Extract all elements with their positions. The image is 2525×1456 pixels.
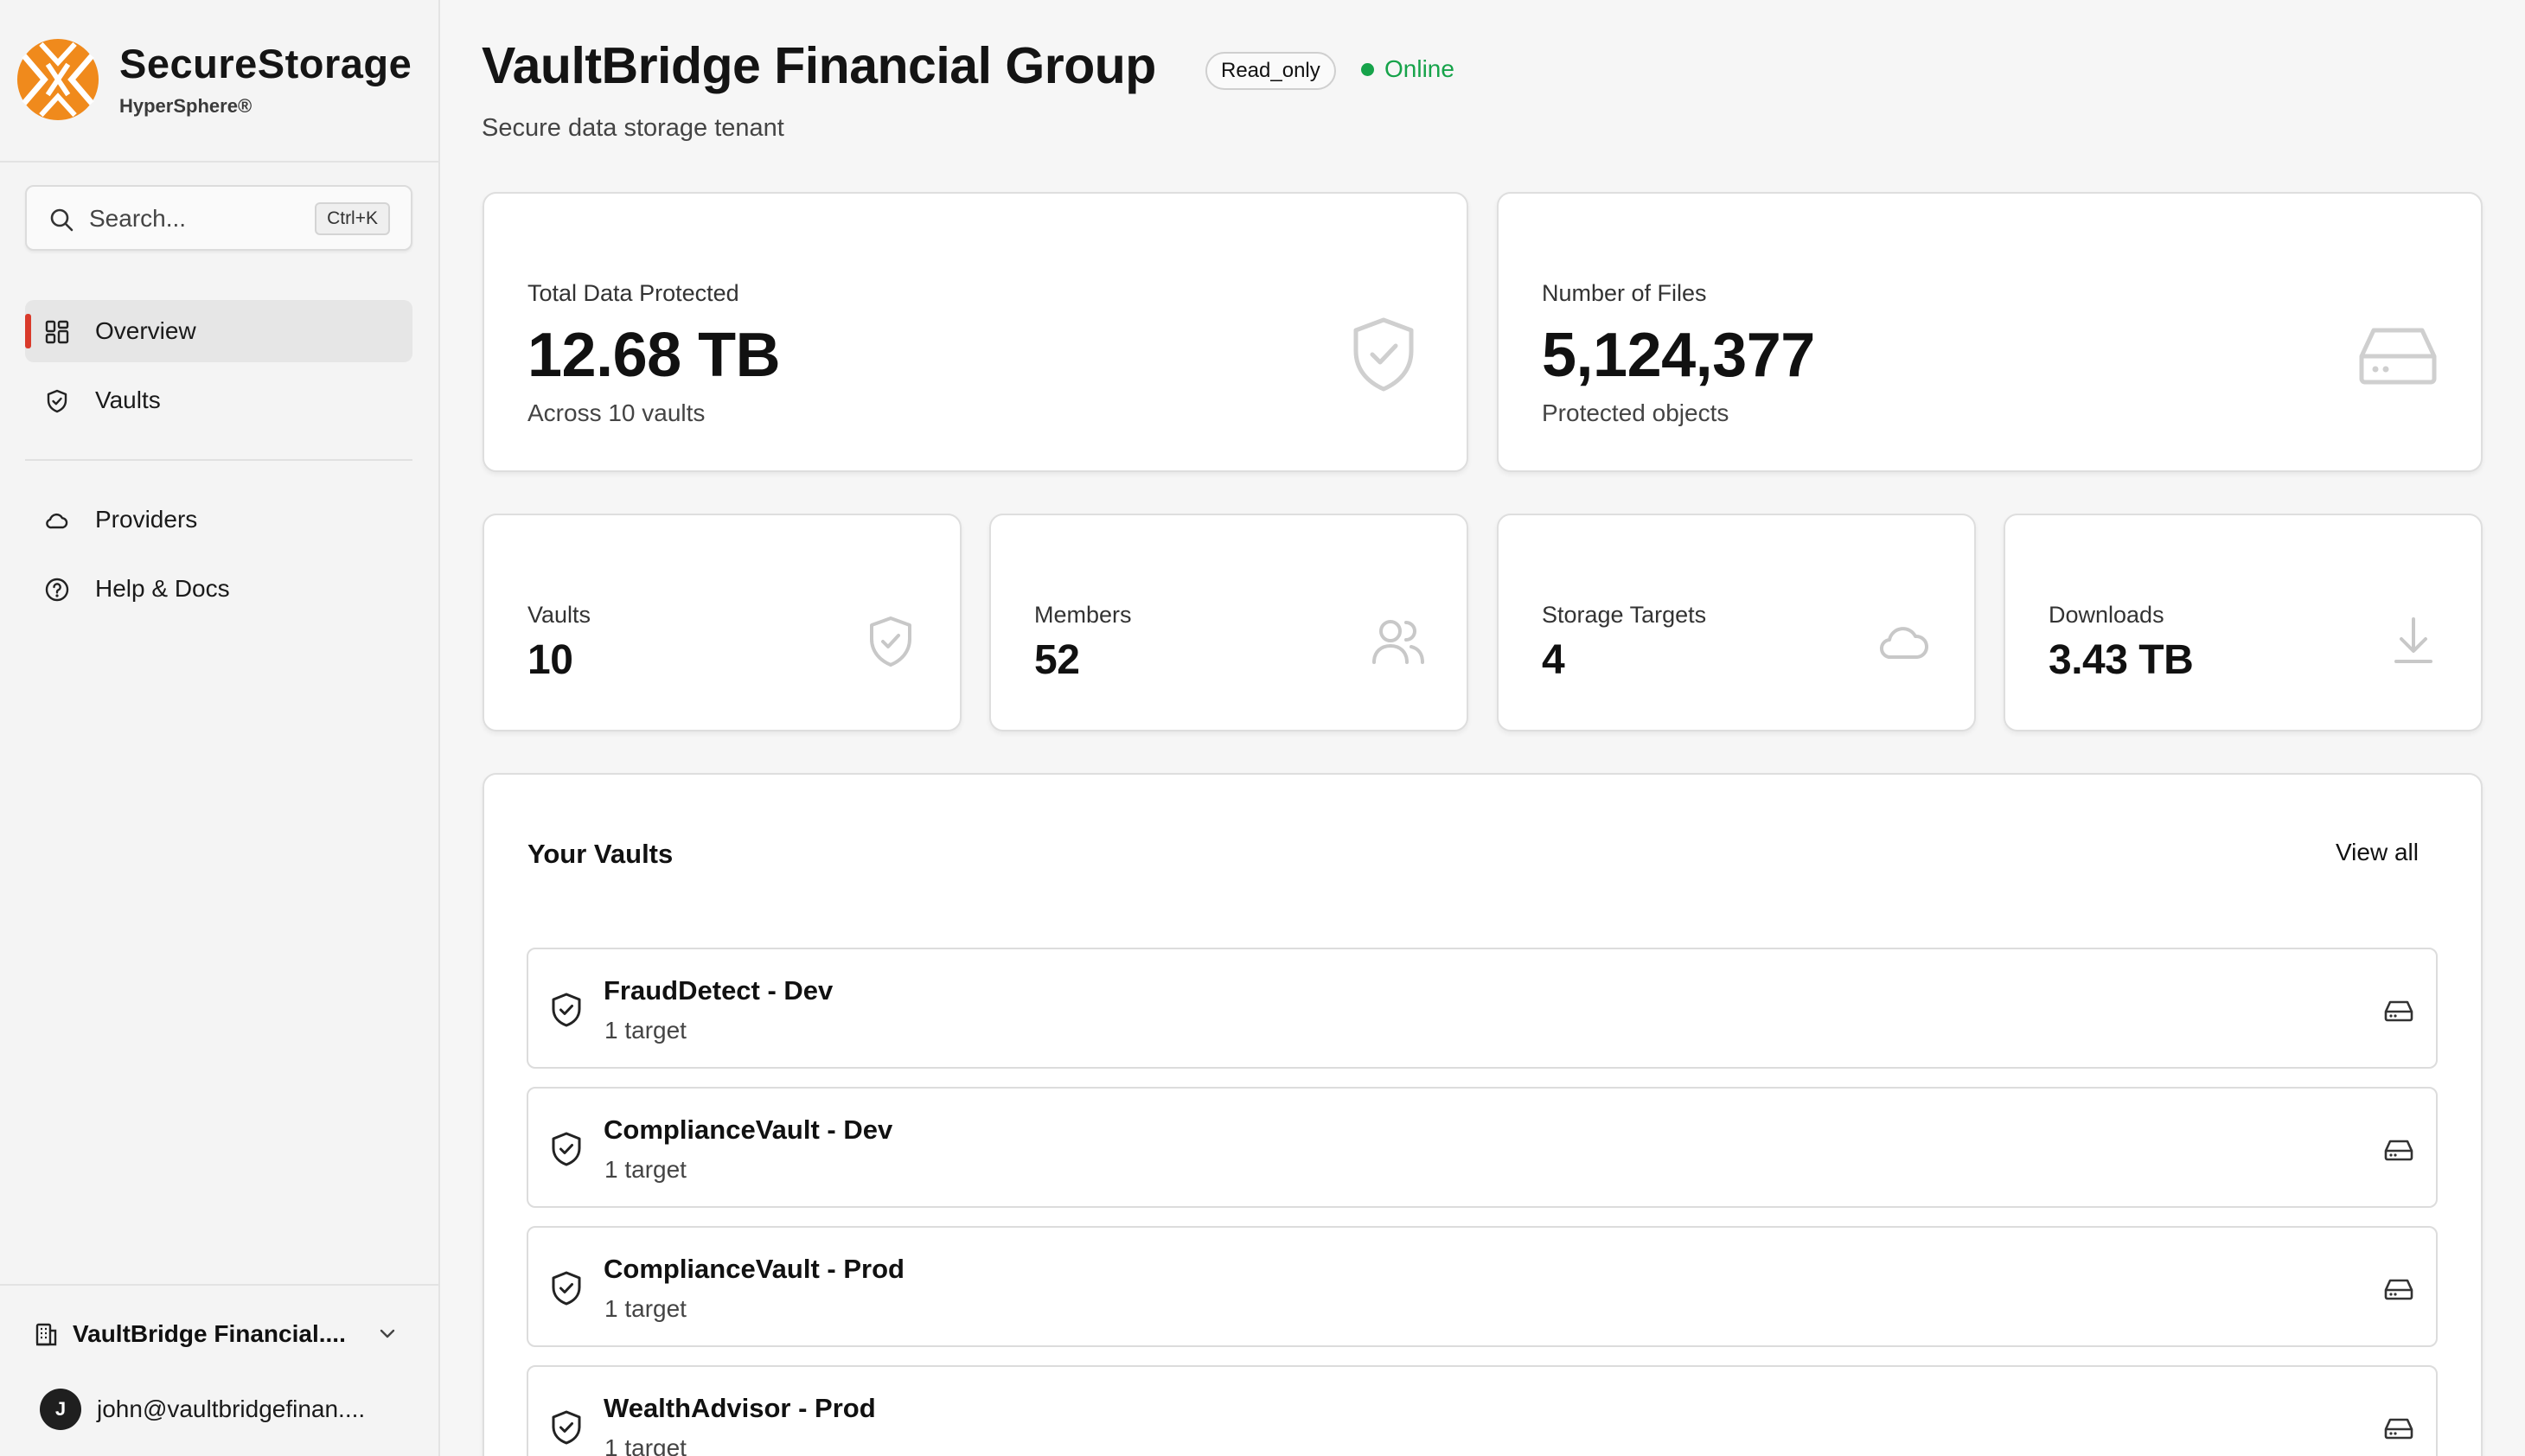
- stat-value: 4: [1542, 637, 1565, 683]
- nav-item-vaults[interactable]: Vaults: [25, 369, 412, 431]
- active-indicator: [25, 314, 31, 348]
- role-badge: Read_only: [1205, 52, 1336, 90]
- stat-label: Storage Targets: [1542, 602, 1707, 628]
- search-shortcut: Ctrl+K: [315, 202, 390, 235]
- vaults-panel-title: Your Vaults: [527, 839, 674, 869]
- users-icon: [1372, 620, 1424, 664]
- vault-row[interactable]: FraudDetect - Dev 1 target: [527, 948, 2438, 1069]
- brand-name: SecureStorage: [119, 41, 412, 86]
- hard-drive-icon: [2384, 1000, 2413, 1022]
- stat-value: 3.43 TB: [2049, 637, 2194, 683]
- vaults-panel: Your Vaults View all FraudDetect - Dev 1…: [483, 773, 2483, 1456]
- hard-drive-icon: [2384, 1418, 2413, 1440]
- help-circle-icon: [45, 578, 69, 602]
- stat-label: Vaults: [527, 602, 591, 628]
- page-title: VaultBridge Financial Group: [482, 37, 1156, 94]
- shield-check-icon: [552, 1271, 581, 1306]
- stat-label: Number of Files: [1542, 280, 1707, 306]
- sidebar: SecureStorage HyperSphere® Ctrl+K Overvi…: [0, 0, 440, 1456]
- stat-value: 10: [527, 637, 573, 683]
- avatar: J: [40, 1389, 81, 1430]
- organization-switcher[interactable]: VaultBridge Financial....: [33, 1313, 413, 1355]
- hard-drive-icon: [2384, 1279, 2413, 1300]
- hard-drive-icon: [2384, 1140, 2413, 1161]
- building-icon: [35, 1323, 57, 1346]
- vault-row[interactable]: WealthAdvisor - Prod 1 target: [527, 1365, 2438, 1456]
- search-box[interactable]: Ctrl+K: [25, 185, 412, 251]
- securestorage-logo: [16, 38, 99, 121]
- shield-check-icon: [552, 993, 581, 1027]
- stat-label: Downloads: [2049, 602, 2164, 628]
- hard-drive-icon: [2359, 328, 2437, 385]
- status-text: Online: [1384, 55, 1454, 82]
- brand-product: HyperSphere®: [119, 95, 252, 117]
- nav-label: Providers: [95, 506, 198, 533]
- stat-label: Total Data Protected: [527, 280, 739, 306]
- nav-label: Overview: [95, 317, 196, 344]
- stat-card-storage-targets: Storage Targets 4: [1497, 514, 1976, 731]
- vault-name: WealthAdvisor - Prod: [604, 1393, 876, 1423]
- brand-header: SecureStorage HyperSphere®: [0, 0, 438, 163]
- organization-name: VaultBridge Financial....: [73, 1320, 346, 1347]
- stat-sub: Across 10 vaults: [527, 399, 706, 426]
- vault-target-count: 1 target: [604, 1295, 687, 1322]
- shield-icon: [47, 389, 67, 413]
- shield-check-icon: [870, 616, 911, 667]
- nav-item-providers[interactable]: Providers: [25, 489, 412, 551]
- vault-target-count: 1 target: [604, 1156, 687, 1183]
- cloud-icon: [1880, 627, 1928, 660]
- shield-check-icon: [552, 1132, 581, 1166]
- vault-row[interactable]: ComplianceVault - Dev 1 target: [527, 1087, 2438, 1208]
- nav-item-help-docs[interactable]: Help & Docs: [25, 558, 412, 620]
- stat-value: 5,124,377: [1542, 321, 1815, 390]
- stat-card-total-data: Total Data Protected 12.68 TB Across 10 …: [483, 192, 1468, 472]
- nav-label: Help & Docs: [95, 575, 230, 602]
- page-subtitle: Secure data storage tenant: [482, 114, 784, 142]
- user-menu[interactable]: J john@vaultbridgefinan....: [40, 1388, 420, 1431]
- vault-name: ComplianceVault - Prod: [604, 1254, 905, 1284]
- search-input[interactable]: [89, 202, 314, 235]
- vault-target-count: 1 target: [604, 1434, 687, 1456]
- stat-value: 12.68 TB: [527, 321, 781, 390]
- view-all-link[interactable]: View all: [2336, 839, 2419, 866]
- stat-label: Members: [1034, 602, 1132, 628]
- stat-card-vaults: Vaults 10: [483, 514, 962, 731]
- vault-row[interactable]: ComplianceVault - Prod 1 target: [527, 1226, 2438, 1347]
- download-icon: [2394, 617, 2432, 663]
- status-dot: [1361, 62, 1374, 76]
- nav-divider: [25, 459, 412, 461]
- user-email: john@vaultbridgefinan....: [97, 1395, 366, 1422]
- status-indicator: Online: [1361, 55, 1454, 83]
- chevron-down-icon: [380, 1329, 395, 1338]
- app-root: SecureStorage HyperSphere® Ctrl+K Overvi…: [0, 0, 2525, 1456]
- grid-icon: [45, 320, 69, 344]
- nav-item-overview[interactable]: Overview: [25, 300, 412, 362]
- search-icon: [50, 208, 74, 232]
- stat-sub: Protected objects: [1542, 399, 1729, 426]
- stat-value: 52: [1034, 637, 1080, 683]
- shield-check-icon: [552, 1410, 581, 1445]
- nav-label: Vaults: [95, 386, 161, 413]
- sidebar-footer: VaultBridge Financial.... J john@vaultbr…: [0, 1284, 438, 1456]
- shield-check-icon: [1353, 317, 1414, 392]
- stat-card-files: Number of Files 5,124,377 Protected obje…: [1497, 192, 2483, 472]
- stat-card-downloads: Downloads 3.43 TB: [2004, 514, 2483, 731]
- cloud-icon: [46, 513, 68, 529]
- stat-card-members: Members 52: [989, 514, 1468, 731]
- vault-target-count: 1 target: [604, 1017, 687, 1044]
- vault-name: ComplianceVault - Dev: [604, 1114, 893, 1145]
- vault-name: FraudDetect - Dev: [604, 975, 834, 1006]
